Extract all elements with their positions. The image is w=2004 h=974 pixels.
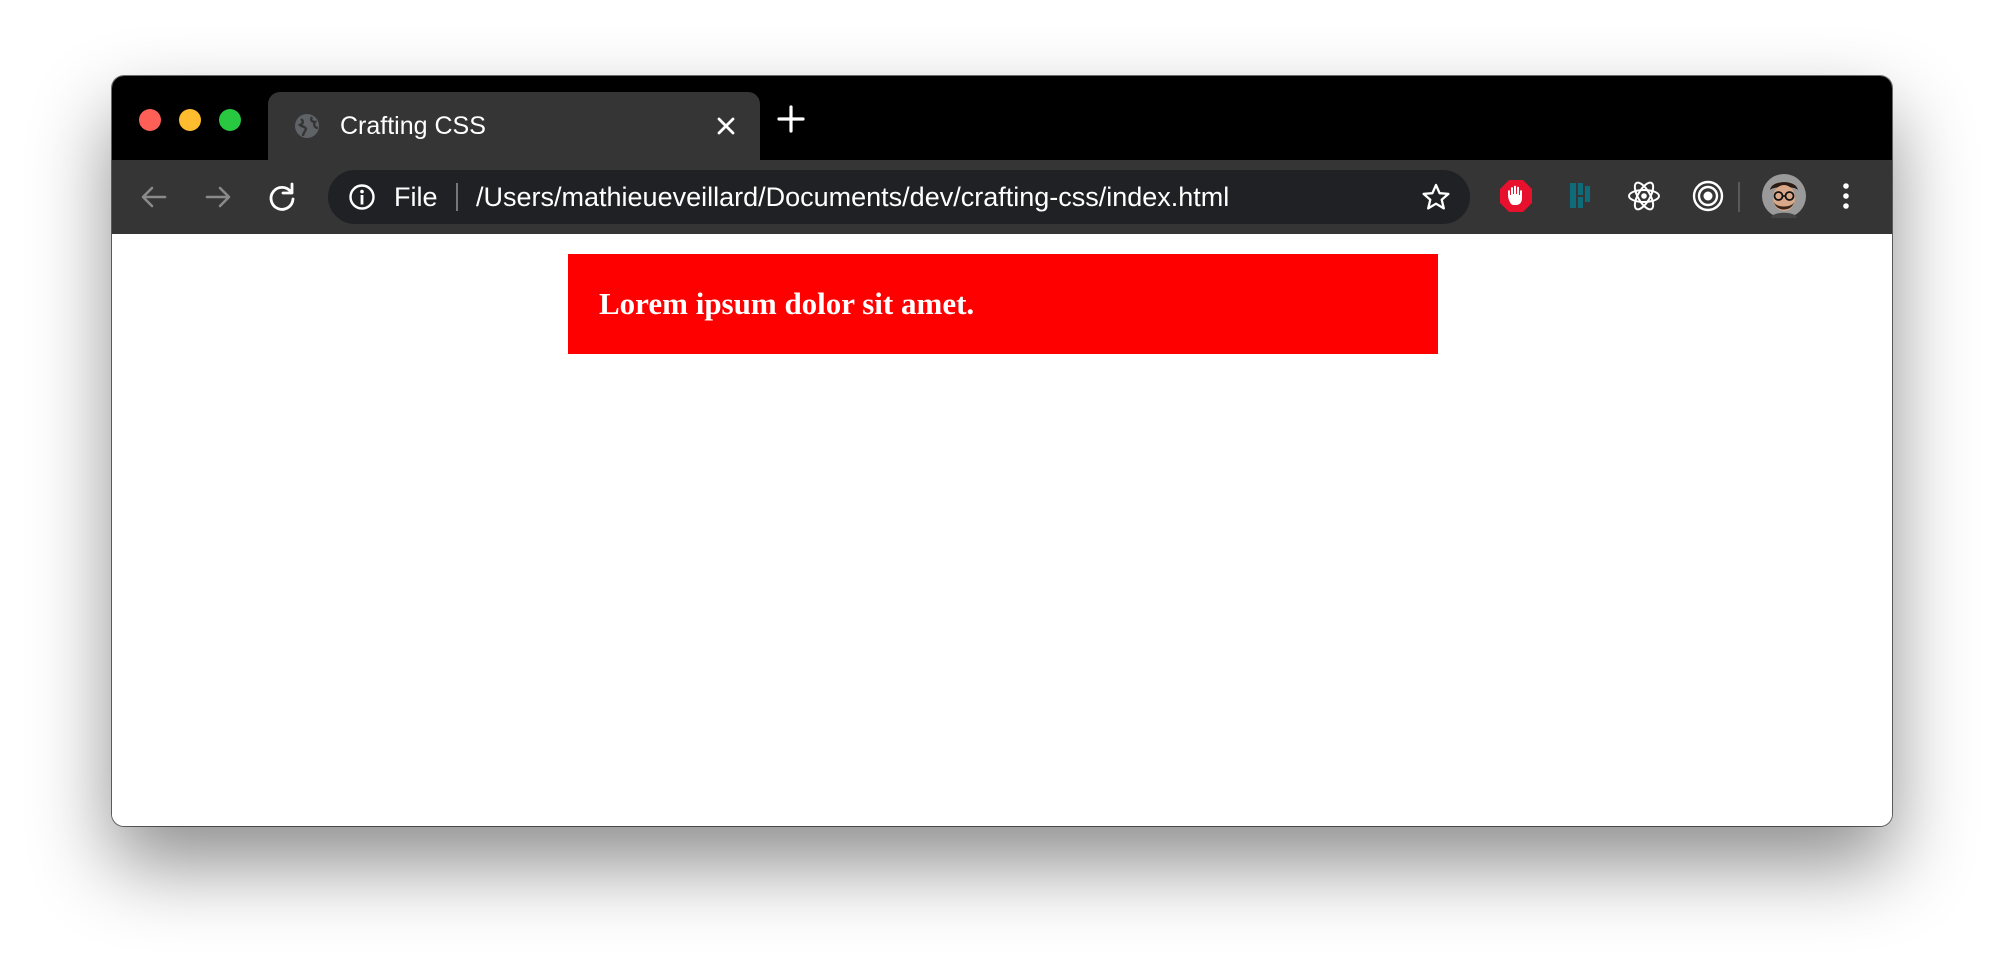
avatar[interactable] xyxy=(1762,174,1806,218)
close-icon[interactable] xyxy=(714,114,738,138)
reload-button[interactable] xyxy=(266,181,298,213)
red-banner: Lorem ipsum dolor sit amet. xyxy=(568,254,1438,354)
new-tab-button[interactable] xyxy=(776,104,806,134)
react-devtools-icon[interactable] xyxy=(1626,178,1662,214)
adblock-icon[interactable] xyxy=(1498,178,1534,214)
window-minimize-button[interactable] xyxy=(179,109,201,131)
page-viewport: Lorem ipsum dolor sit amet. xyxy=(112,234,1892,826)
window-close-button[interactable] xyxy=(139,109,161,131)
address-divider xyxy=(456,183,458,211)
target-icon[interactable] xyxy=(1690,178,1726,214)
star-icon[interactable] xyxy=(1421,182,1451,212)
window-zoom-button[interactable] xyxy=(219,109,241,131)
browser-window: Crafting CSS File /Users/mathieueveillar… xyxy=(112,76,1892,826)
banner-heading: Lorem ipsum dolor sit amet. xyxy=(599,286,975,321)
more-vertical-icon[interactable] xyxy=(1830,178,1862,214)
info-icon[interactable] xyxy=(348,183,376,211)
url-text[interactable]: /Users/mathieueveillard/Documents/dev/cr… xyxy=(476,170,1229,224)
address-bar[interactable]: File /Users/mathieueveillard/Documents/d… xyxy=(328,170,1470,224)
tab-title: Crafting CSS xyxy=(340,112,486,140)
url-scheme-label: File xyxy=(394,182,438,212)
globe-icon xyxy=(295,114,319,138)
tab-strip: Crafting CSS xyxy=(112,76,1892,160)
browser-toolbar: File /Users/mathieueveillard/Documents/d… xyxy=(112,160,1892,234)
back-button[interactable] xyxy=(138,181,170,213)
dashlane-icon[interactable] xyxy=(1562,178,1598,214)
forward-button[interactable] xyxy=(202,181,234,213)
toolbar-divider xyxy=(1738,182,1740,212)
tab-crafting-css[interactable]: Crafting CSS xyxy=(268,92,760,160)
